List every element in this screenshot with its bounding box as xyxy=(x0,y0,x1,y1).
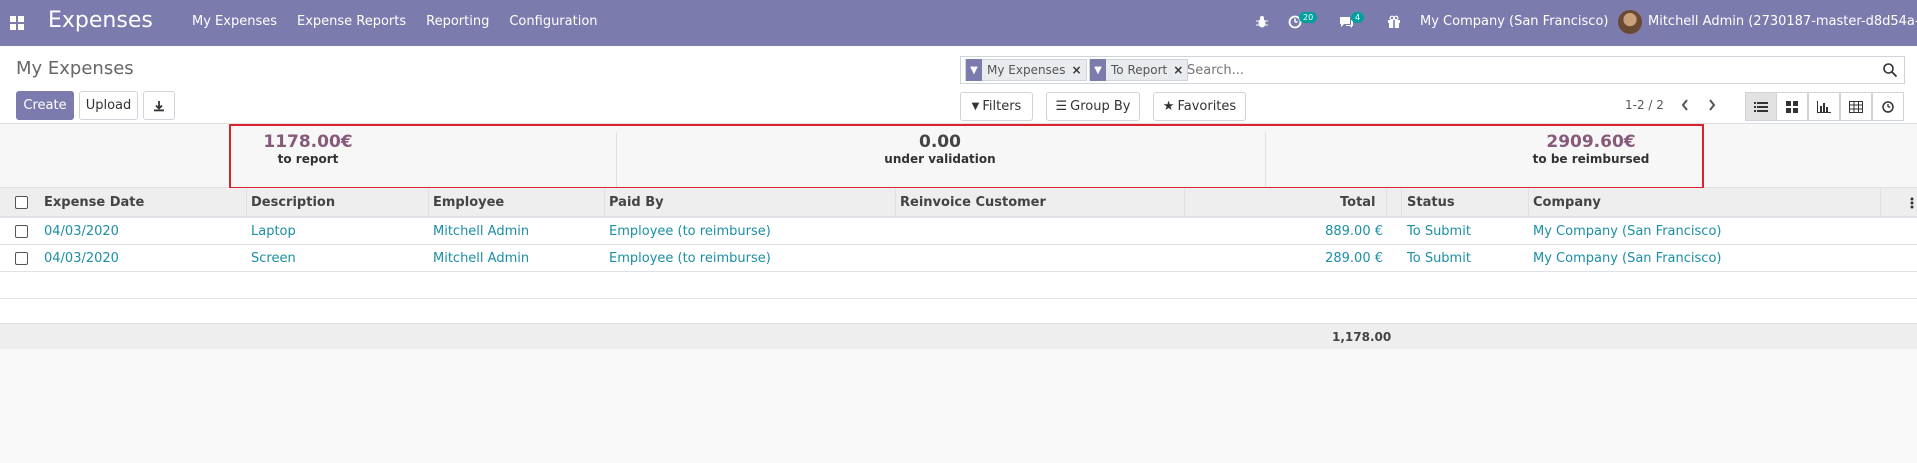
column-company[interactable]: Company xyxy=(1533,195,1601,210)
cell-total: 889.00 € xyxy=(1325,224,1383,239)
cell-total: 289.00 € xyxy=(1325,251,1383,266)
menu-item-reporting[interactable]: Reporting xyxy=(426,14,489,29)
remove-facet-icon[interactable]: × xyxy=(1071,63,1081,77)
kanban-view-icon xyxy=(1786,100,1798,113)
row-checkbox[interactable] xyxy=(15,252,28,265)
table-footer: 1,178.00 xyxy=(0,324,1917,349)
user-menu[interactable]: Mitchell Admin (2730187-master-d8d54a-al… xyxy=(1648,14,1917,29)
search-icon[interactable] xyxy=(1882,62,1898,78)
column-separator xyxy=(1184,188,1185,218)
list-view-button[interactable] xyxy=(1745,92,1777,121)
column-total[interactable]: Total xyxy=(1340,195,1376,210)
download-icon xyxy=(154,100,164,111)
dashboard-highlight-box xyxy=(229,124,1704,189)
filters-button[interactable]: ▼ Filters xyxy=(960,92,1033,121)
download-button[interactable] xyxy=(143,91,175,120)
group-by-button[interactable]: ☰ Group By xyxy=(1046,92,1140,121)
filters-label: Filters xyxy=(982,99,1022,114)
column-reinvoice-customer[interactable]: Reinvoice Customer xyxy=(900,195,1046,210)
column-employee[interactable]: Employee xyxy=(433,195,504,210)
list-view-icon xyxy=(1754,101,1768,112)
page-title: My Expenses xyxy=(16,58,134,79)
debug-bug-icon[interactable] xyxy=(1255,15,1269,29)
pivot-view-button[interactable] xyxy=(1840,92,1872,121)
menu-item-configuration[interactable]: Configuration xyxy=(509,14,597,29)
search-input[interactable] xyxy=(1187,61,1867,79)
row-checkbox[interactable] xyxy=(15,225,28,238)
footer-total: 1,178.00 xyxy=(1332,330,1392,344)
facet-to-report: ▼ To Report × xyxy=(1089,59,1189,81)
clock-icon xyxy=(1882,100,1894,113)
empty-row xyxy=(0,299,1917,324)
table-row[interactable]: 04/03/2020 Laptop Mitchell Admin Employe… xyxy=(0,218,1917,245)
facet-label: To Report xyxy=(1111,63,1168,77)
next-page-icon[interactable] xyxy=(1707,98,1717,112)
remove-facet-icon[interactable]: × xyxy=(1173,63,1183,77)
column-separator xyxy=(1386,188,1387,218)
menu-item-my-expenses[interactable]: My Expenses xyxy=(192,14,277,29)
top-navbar: Expenses My Expenses Expense Reports Rep… xyxy=(0,0,1917,46)
column-separator xyxy=(895,188,896,218)
upload-button[interactable]: Upload xyxy=(79,91,138,120)
search-bar: ▼ My Expenses × ▼ To Report × xyxy=(960,56,1905,84)
column-expense-date[interactable]: Expense Date xyxy=(44,195,144,210)
column-separator xyxy=(1528,188,1529,218)
cell-description: Screen xyxy=(251,251,296,266)
table-row[interactable]: 04/03/2020 Screen Mitchell Admin Employe… xyxy=(0,245,1917,272)
favorites-star-icon: ★ xyxy=(1162,99,1175,114)
bar-chart-icon xyxy=(1817,100,1831,113)
column-separator xyxy=(246,188,247,218)
cell-paid-by: Employee (to reimburse) xyxy=(609,251,771,266)
user-avatar[interactable] xyxy=(1618,10,1642,34)
facet-my-expenses: ▼ My Expenses × xyxy=(965,59,1087,81)
column-paid-by[interactable]: Paid By xyxy=(609,195,664,210)
column-separator xyxy=(604,188,605,218)
cell-expense-date: 04/03/2020 xyxy=(44,224,119,239)
filter-funnel-icon: ▼ xyxy=(966,59,982,81)
previous-page-icon[interactable] xyxy=(1680,98,1690,112)
apps-menu-icon[interactable] xyxy=(10,16,24,30)
column-status[interactable]: Status xyxy=(1407,195,1455,210)
gift-icon[interactable] xyxy=(1387,15,1401,29)
pager-value[interactable]: 1-2 / 2 xyxy=(1625,98,1664,112)
cell-status: To Submit xyxy=(1407,251,1471,266)
control-panel: My Expenses Create Upload ▼ My Expenses … xyxy=(0,46,1917,124)
company-switcher[interactable]: My Company (San Francisco) xyxy=(1420,14,1608,29)
optional-columns-icon[interactable] xyxy=(1910,197,1914,209)
select-all-checkbox[interactable] xyxy=(15,196,28,209)
table-header: Expense Date Description Employee Paid B… xyxy=(0,188,1917,218)
favorites-button[interactable]: ★ Favorites xyxy=(1153,92,1246,121)
cell-company: My Company (San Francisco) xyxy=(1533,251,1722,266)
cell-paid-by: Employee (to reimburse) xyxy=(609,224,771,239)
facet-label: My Expenses xyxy=(987,63,1066,77)
create-button[interactable]: Create xyxy=(16,91,74,120)
cell-employee: Mitchell Admin xyxy=(433,224,530,239)
graph-view-button[interactable] xyxy=(1808,92,1840,121)
cell-company: My Company (San Francisco) xyxy=(1533,224,1722,239)
menu-item-expense-reports[interactable]: Expense Reports xyxy=(297,14,406,29)
activity-view-button[interactable] xyxy=(1872,92,1904,121)
filter-funnel-icon: ▼ xyxy=(1090,59,1106,81)
cell-description: Laptop xyxy=(251,224,296,239)
filter-icon: ▼ xyxy=(971,101,980,112)
cell-status: To Submit xyxy=(1407,224,1471,239)
column-separator xyxy=(1401,188,1402,218)
cell-employee: Mitchell Admin xyxy=(433,251,530,266)
cell-expense-date: 04/03/2020 xyxy=(44,251,119,266)
app-title[interactable]: Expenses xyxy=(48,8,153,33)
empty-row xyxy=(0,272,1917,299)
column-separator xyxy=(1880,188,1881,218)
main-menu: My Expenses Expense Reports Reporting Co… xyxy=(192,14,618,29)
group-by-label: Group By xyxy=(1070,99,1131,114)
table-grid-icon xyxy=(1849,100,1863,113)
favorites-label: Favorites xyxy=(1177,99,1237,114)
group-by-bars-icon: ☰ xyxy=(1055,99,1068,114)
kanban-view-button[interactable] xyxy=(1776,92,1808,121)
column-description[interactable]: Description xyxy=(251,195,335,210)
activity-count-badge: 20 xyxy=(1299,12,1318,23)
message-count-badge: 4 xyxy=(1351,12,1365,23)
column-separator xyxy=(428,188,429,218)
